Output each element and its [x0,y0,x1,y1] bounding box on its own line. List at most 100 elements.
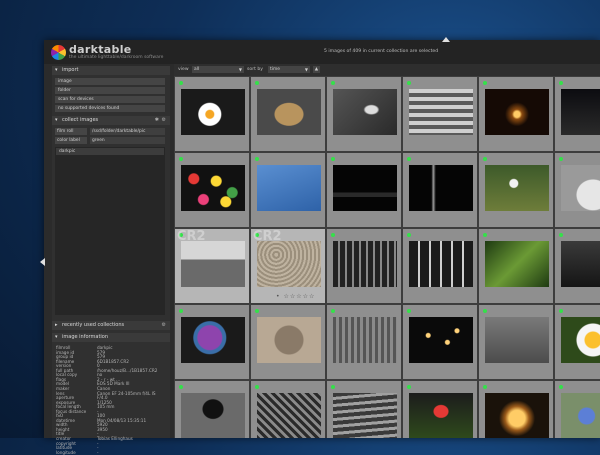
collect-title: collect images [62,117,99,123]
thumbnail-cell[interactable] [326,152,402,228]
top-bar: darktable the ultimate lighttable/darkro… [44,37,600,64]
green-label-icon [255,309,259,313]
thumbnail-cell[interactable]: CR2 [174,228,250,304]
thumbnail-cell[interactable] [326,228,402,304]
thumbnail-cell[interactable] [326,380,402,438]
green-label-icon [179,81,183,85]
thumbnail-cell[interactable] [174,152,250,228]
thumbnail-cell[interactable] [402,76,478,152]
green-label-icon [559,81,563,85]
info-value: - [97,449,99,455]
thumbnail-grid: CR2 CR2 • ☆☆☆☆☆ [174,76,600,438]
presets-star-icon[interactable]: ✱ [155,116,159,125]
rule-type-select[interactable]: film roll [55,128,87,135]
import-image-button[interactable]: image [55,78,165,85]
thumbnail-image [409,317,473,363]
thumbnail-cell[interactable] [174,380,250,438]
import-folder-button[interactable]: folder [55,87,165,94]
green-label-icon [559,309,563,313]
green-label-icon [407,309,411,313]
info-value: 105 mm [97,404,115,410]
view-select[interactable]: all ▼ [192,66,244,73]
reset-gear-icon[interactable]: ⚙ [162,116,166,125]
thumbnail-cell[interactable] [402,152,478,228]
thumbnail-cell[interactable] [554,304,600,380]
thumbnail-image [409,89,473,135]
import-section-header[interactable]: ▾ import [52,66,170,75]
thumbnail-cell[interactable] [250,304,326,380]
thumbnail-cell[interactable] [554,152,600,228]
recent-collections-header[interactable]: ▸ recently used collections ⚙ [52,321,170,330]
thumbnail-image [485,89,549,135]
thumbnail-cell[interactable] [478,380,554,438]
rule-type-select[interactable]: color label [55,137,87,144]
thumbnail-cell[interactable] [554,76,600,152]
thumbnail-cell[interactable] [478,304,554,380]
thumbnail-cell[interactable]: CR2 • ☆☆☆☆☆ [250,228,326,304]
expand-arrow-icon: ▾ [55,334,58,340]
thumbnail-image [257,393,321,438]
thumbnail-image [333,393,397,438]
sort-direction-button[interactable]: ▲ [313,66,320,73]
thumbnail-cell[interactable] [478,228,554,304]
info-value: 6D1B1857.CR2 [97,358,129,364]
reset-gear-icon[interactable]: ⚙ [162,321,166,330]
thumbnail-cell[interactable] [478,76,554,152]
green-label-icon [407,233,411,237]
left-panel: ▾ import image folder scan for devices n… [52,66,170,455]
thumbnail-image [181,241,245,287]
collect-rule-filmroll: film roll /ssd/folder/darktable/pic [55,128,165,136]
scan-devices-button[interactable]: scan for devices [55,96,165,103]
thumbnail-cell[interactable] [326,304,402,380]
thumbnail-image [181,165,245,211]
rule-value-field[interactable]: /ssd/folder/darktable/pic [90,128,165,135]
sort-select[interactable]: time ▼ [268,66,310,73]
thumbnail-image [409,241,473,287]
lighttable-center: view all ▼ sort by time ▼ ▲ CR2 CR2 • ☆☆☆☆… [174,64,600,438]
thumbnail-image [485,165,549,211]
thumbnail-image [257,317,321,363]
thumbnail-cell[interactable] [250,380,326,438]
thumbnail-cell[interactable] [174,76,250,152]
thumbnail-image [561,165,600,211]
green-label-icon [559,385,563,389]
collect-section-header[interactable]: ▾ collect images ✱ ⚙ [52,116,170,125]
thumbnail-image [561,317,600,363]
thumbnail-cell[interactable] [402,228,478,304]
image-info-header[interactable]: ▾ image information [52,333,170,342]
thumbnail-image [485,317,549,363]
thumbnail-cell[interactable] [402,380,478,438]
thumbnail-image [485,393,549,438]
green-label-icon [483,233,487,237]
green-label-icon [331,81,335,85]
thumbnail-image [561,241,600,287]
collapse-left-panel-icon[interactable] [40,258,45,266]
info-value: /home/houz/B.../1B1857.CR2 [97,367,158,373]
green-label-icon [483,385,487,389]
recent-title: recently used collections [62,322,125,328]
no-devices-label: no supported devices found [55,105,165,112]
green-label-icon [407,157,411,161]
thumbnail-cell[interactable] [250,152,326,228]
thumbnail-cell[interactable] [174,304,250,380]
thumbnail-cell[interactable] [326,76,402,152]
thumbnail-cell[interactable] [478,152,554,228]
green-label-icon [331,385,335,389]
thumbnail-cell[interactable] [554,380,600,438]
sort-label: sort by [247,67,263,72]
thumbnail-cell[interactable] [402,304,478,380]
expand-arrow-icon: ▾ [55,117,58,123]
star-rating[interactable]: • ☆☆☆☆☆ [276,293,315,300]
collapse-top-panel-icon[interactable] [442,37,450,42]
thumbnail-cell[interactable] [554,228,600,304]
list-item[interactable]: darkpic [56,148,164,155]
darktable-window: darktable the ultimate lighttable/darkro… [40,37,600,455]
collapsed-arrow-icon: ▸ [55,322,58,328]
thumbnail-cell[interactable] [250,76,326,152]
green-label-icon [483,157,487,161]
thumbnail-image [409,393,473,438]
rule-value-field[interactable]: green [90,137,165,144]
thumbnail-image [181,393,245,438]
chevron-down-icon: ▼ [304,67,308,72]
thumbnail-image [257,241,321,287]
